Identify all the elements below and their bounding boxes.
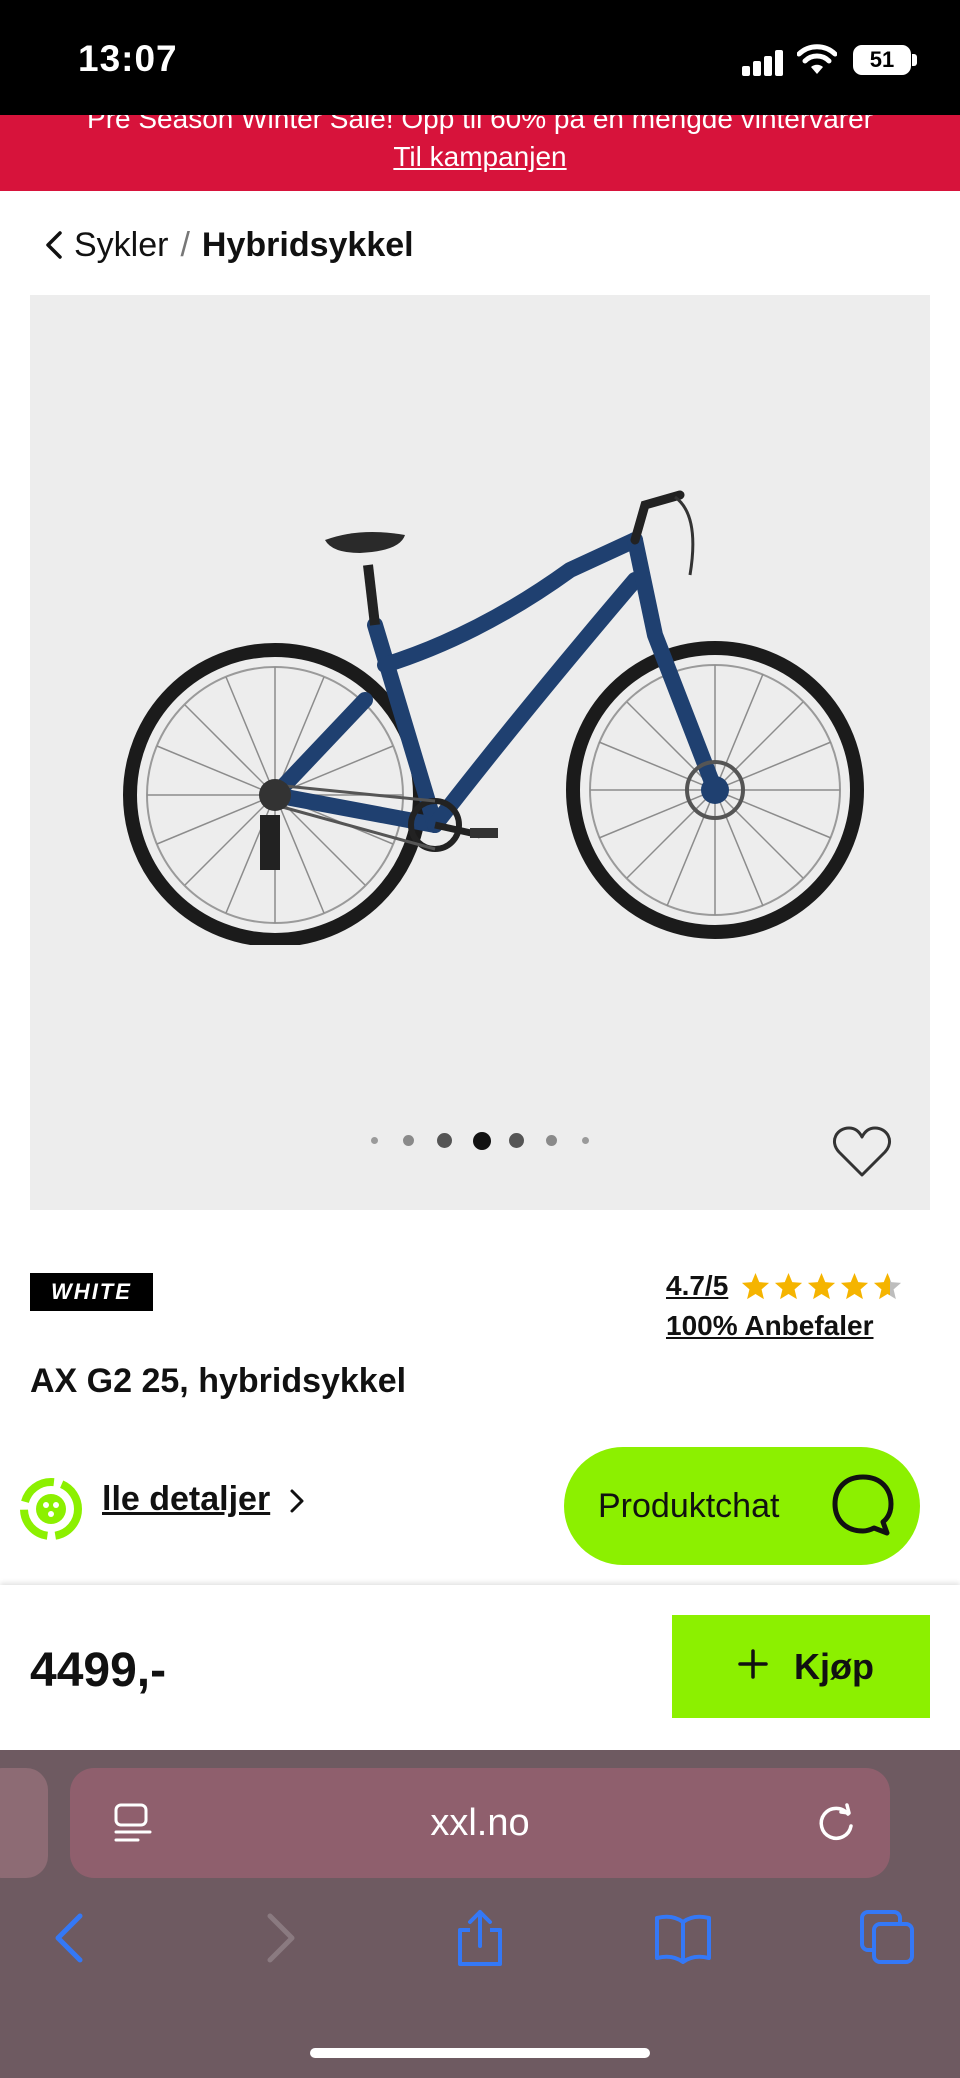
signal-icon — [742, 50, 784, 76]
gallery-dot[interactable] — [403, 1135, 414, 1146]
star-icon — [742, 1272, 770, 1299]
promo-text: Pre Season Winter Sale! Opp til 60% på e… — [87, 115, 873, 134]
wifi-icon — [797, 44, 837, 74]
status-time: 13:07 — [78, 38, 178, 79]
promo-banner: Pre Season Winter Sale! Opp til 60% på e… — [0, 115, 960, 191]
status-bar: 13:07 51 — [0, 0, 960, 115]
gallery-dot[interactable] — [437, 1133, 452, 1148]
promo-link[interactable]: Til kampanjen — [0, 141, 960, 173]
product-title: AX G2 25, hybridsykkel — [30, 1362, 407, 1400]
gallery-dot[interactable] — [582, 1137, 589, 1144]
gallery-dots[interactable] — [30, 1131, 930, 1151]
gallery-dot[interactable] — [509, 1133, 524, 1148]
buy-label: Kjøp — [794, 1646, 874, 1687]
home-indicator[interactable] — [310, 2048, 650, 2058]
battery-tip — [912, 54, 917, 66]
battery-icon: 51 — [853, 45, 911, 75]
breadcrumb-parent[interactable]: Sykler — [74, 226, 168, 265]
bookmarks-icon[interactable] — [653, 1908, 713, 1968]
gallery-dot-active[interactable] — [473, 1132, 491, 1150]
rating-stars — [740, 1271, 905, 1302]
recommend-rate[interactable]: 100% Anbefaler — [666, 1310, 874, 1342]
buy-button[interactable]: Kjøp — [672, 1615, 930, 1718]
url-text[interactable]: xxl.no — [70, 1802, 890, 1845]
star-icon — [841, 1272, 869, 1299]
chat-bubble-icon — [832, 1474, 894, 1536]
previous-tab-peek[interactable] — [0, 1768, 48, 1878]
star-icon — [808, 1272, 836, 1299]
heart-icon[interactable] — [832, 1125, 892, 1179]
star-half-icon — [874, 1272, 902, 1299]
breadcrumb: Sykler / Hybridsykkel — [40, 222, 414, 268]
address-bar[interactable]: xxl.no — [70, 1768, 890, 1878]
gallery-dot[interactable] — [546, 1135, 557, 1146]
chat-label: Produktchat — [598, 1487, 780, 1525]
chevron-right-icon[interactable] — [287, 1486, 307, 1516]
browser-toolbar: xxl.no — [0, 1750, 960, 2078]
brand-logo[interactable]: WHITE — [30, 1273, 153, 1311]
bike-photo — [123, 490, 864, 945]
star-icon — [775, 1272, 803, 1299]
reload-icon[interactable] — [814, 1802, 858, 1846]
tabs-icon[interactable] — [858, 1908, 918, 1968]
product-chat-button[interactable]: Produktchat — [564, 1447, 920, 1565]
details-link[interactable]: lle detaljer — [102, 1480, 270, 1519]
price: 4499,- — [30, 1644, 167, 1697]
browser-forward-icon[interactable] — [248, 1908, 308, 1968]
product-gallery[interactable] — [30, 295, 930, 1210]
plus-icon — [738, 1649, 768, 1679]
browser-back-icon[interactable] — [42, 1908, 102, 1968]
gallery-dot[interactable] — [371, 1137, 378, 1144]
eco-badge-icon — [20, 1478, 82, 1540]
breadcrumb-current: Hybridsykkel — [201, 225, 414, 264]
breadcrumb-separator: / — [180, 225, 190, 264]
rating-row[interactable]: 4.7/5 — [666, 1266, 905, 1306]
share-icon[interactable] — [450, 1908, 510, 1968]
back-chevron-icon[interactable] — [40, 225, 70, 265]
rating-value[interactable]: 4.7/5 — [666, 1270, 728, 1302]
buy-bar: 4499,- Kjøp — [0, 1585, 960, 1750]
